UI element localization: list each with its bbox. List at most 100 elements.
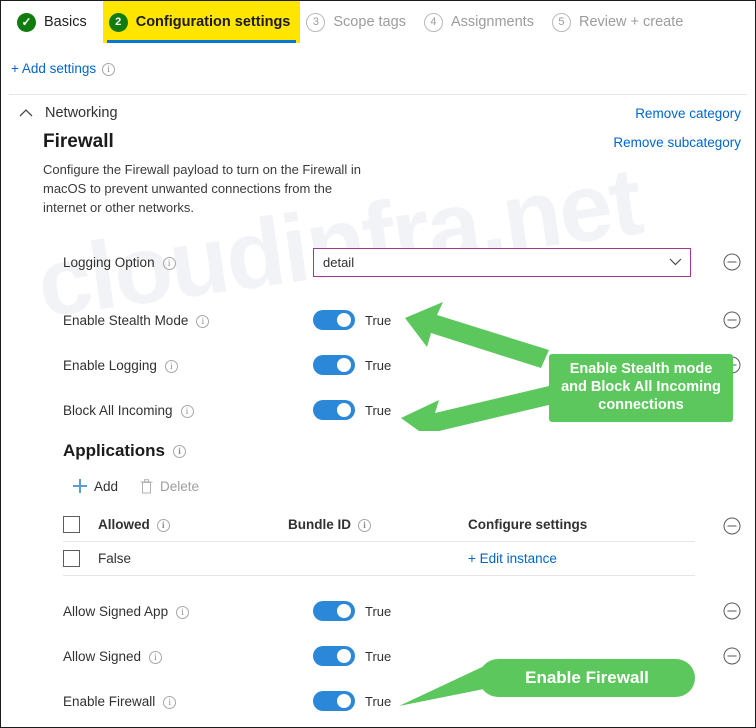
setting-row-allow-signed-app: Allow Signed App i True bbox=[1, 589, 755, 634]
enable-firewall-toggle-group: True bbox=[313, 691, 392, 712]
category-header: Networking Remove category bbox=[1, 95, 755, 121]
enable-firewall-value: True bbox=[365, 693, 392, 709]
tab-review-create[interactable]: 5 Review + create bbox=[546, 1, 695, 43]
add-application-button[interactable]: Add bbox=[73, 479, 118, 494]
remove-subcategory-button[interactable]: Remove subcategory bbox=[613, 135, 741, 150]
info-icon[interactable]: i bbox=[164, 359, 178, 373]
firewall-annotation-callout: Enable Firewall bbox=[479, 659, 695, 697]
column-allowed-label: Allowed bbox=[98, 516, 150, 532]
applications-table: Allowed i Bundle ID i Configure settings… bbox=[63, 508, 695, 576]
allow-signed-app-control: True bbox=[313, 601, 723, 622]
applications-title: Applications bbox=[63, 440, 166, 460]
stealth-annotation-callout: Enable Stealth mode and Block All Incomi… bbox=[549, 354, 733, 422]
info-icon[interactable]: i bbox=[149, 650, 163, 664]
column-bundle-id: Bundle ID i bbox=[288, 517, 468, 532]
select-all-checkbox[interactable] bbox=[63, 515, 80, 533]
block-all-incoming-label-group: Block All Incoming i bbox=[63, 403, 313, 418]
cell-allowed: False bbox=[63, 549, 288, 567]
column-bundle-id-label: Bundle ID bbox=[288, 516, 351, 532]
allow-signed-app-label: Allow Signed App bbox=[63, 603, 169, 619]
column-allowed: Allowed i bbox=[63, 515, 288, 533]
info-icon[interactable]: i bbox=[196, 314, 210, 328]
enable-logging-toggle[interactable] bbox=[313, 355, 355, 376]
edit-instance-link[interactable]: + Edit instance bbox=[468, 551, 695, 566]
table-row: False + Edit instance bbox=[63, 542, 695, 576]
enable-logging-toggle-group: True bbox=[313, 355, 392, 376]
block-all-incoming-label: Block All Incoming bbox=[63, 402, 173, 418]
delete-application-button[interactable]: Delete bbox=[140, 479, 199, 494]
logging-option-dropdown[interactable]: detail bbox=[313, 247, 691, 277]
add-settings-row: + Add settings i bbox=[1, 43, 755, 76]
row-checkbox[interactable] bbox=[63, 549, 80, 567]
enable-stealth-mode-toggle[interactable] bbox=[313, 310, 355, 331]
info-icon[interactable]: i bbox=[162, 256, 176, 270]
subcategory-title: Firewall bbox=[43, 131, 114, 152]
remove-applications-icon[interactable] bbox=[723, 517, 741, 535]
enable-firewall-label: Enable Firewall bbox=[63, 693, 156, 709]
allow-signed-label: Allow Signed bbox=[63, 648, 142, 664]
enable-stealth-mode-label-group: Enable Stealth Mode i bbox=[63, 313, 313, 328]
column-configure-settings: Configure settings bbox=[468, 516, 588, 532]
tab-basics-label: Basics bbox=[44, 14, 87, 30]
setting-row-logging-option: Logging Option i detail bbox=[1, 240, 755, 285]
step-number-3-icon: 3 bbox=[306, 12, 326, 32]
tab-assignments[interactable]: 4 Assignments bbox=[418, 1, 546, 43]
configuration-settings-page: cloudinfra.net ✓ Basics 2 Configuration … bbox=[0, 0, 756, 728]
tab-scope-tags-label: Scope tags bbox=[333, 14, 406, 30]
tab-configuration-settings-label: Configuration settings bbox=[135, 14, 291, 30]
setting-row-enable-stealth-mode: Enable Stealth Mode i True bbox=[1, 298, 755, 343]
wizard-steps: ✓ Basics 2 Configuration settings 3 Scop… bbox=[1, 1, 755, 43]
logging-option-control: detail bbox=[313, 247, 723, 277]
allow-signed-app-value: True bbox=[365, 603, 392, 619]
remove-setting-icon[interactable] bbox=[723, 602, 741, 620]
enable-stealth-mode-toggle-group: True bbox=[313, 310, 391, 331]
step-number-2-icon: 2 bbox=[108, 12, 128, 32]
applications-title-group: Applications i bbox=[1, 433, 755, 461]
table-header-row: Allowed i Bundle ID i Configure settings bbox=[63, 508, 695, 542]
subcategory-header: Firewall Remove subcategory bbox=[1, 121, 755, 153]
tab-basics[interactable]: ✓ Basics bbox=[11, 1, 99, 43]
tab-configuration-settings[interactable]: 2 Configuration settings bbox=[102, 1, 301, 43]
info-icon[interactable]: i bbox=[102, 63, 116, 76]
check-icon: ✓ bbox=[17, 12, 36, 32]
info-icon[interactable]: i bbox=[358, 518, 371, 532]
remove-category-button[interactable]: Remove category bbox=[635, 106, 741, 121]
info-icon[interactable]: i bbox=[176, 605, 190, 619]
enable-firewall-toggle[interactable] bbox=[313, 691, 355, 712]
info-icon[interactable]: i bbox=[163, 695, 177, 709]
logging-option-label: Logging Option bbox=[63, 254, 155, 270]
info-icon[interactable]: i bbox=[180, 404, 194, 418]
allow-signed-app-toggle[interactable] bbox=[313, 601, 355, 622]
tab-scope-tags[interactable]: 3 Scope tags bbox=[300, 1, 418, 43]
delete-application-label: Delete bbox=[160, 478, 200, 494]
allow-signed-app-toggle-group: True bbox=[313, 601, 392, 622]
info-icon[interactable]: i bbox=[156, 518, 170, 532]
allow-signed-label-group: Allow Signed i bbox=[63, 649, 313, 664]
allow-signed-app-label-group: Allow Signed App i bbox=[63, 604, 313, 619]
block-all-incoming-toggle-group: True bbox=[313, 400, 392, 421]
enable-logging-value: True bbox=[365, 357, 392, 373]
remove-setting-icon[interactable] bbox=[723, 253, 741, 271]
applications-toolbar: Add Delete bbox=[1, 461, 755, 494]
block-all-incoming-toggle[interactable] bbox=[313, 400, 355, 421]
step-number-5-icon: 5 bbox=[551, 12, 571, 32]
logging-option-label-group: Logging Option i bbox=[63, 255, 313, 270]
add-settings-button[interactable]: + Add settings bbox=[11, 61, 96, 76]
allow-signed-toggle[interactable] bbox=[313, 646, 355, 667]
enable-stealth-mode-label: Enable Stealth Mode bbox=[63, 312, 189, 328]
remove-setting-icon[interactable] bbox=[723, 311, 741, 329]
enable-stealth-mode-control: True bbox=[313, 310, 723, 331]
enable-logging-label: Enable Logging bbox=[63, 357, 157, 373]
allow-signed-toggle-group: True bbox=[313, 646, 392, 667]
category-name: Networking bbox=[45, 105, 118, 121]
remove-setting-icon[interactable] bbox=[723, 647, 741, 665]
block-all-incoming-value: True bbox=[365, 402, 392, 418]
info-icon[interactable]: i bbox=[173, 445, 187, 459]
chevron-up-icon[interactable] bbox=[19, 108, 33, 118]
enable-firewall-label-group: Enable Firewall i bbox=[63, 694, 313, 709]
add-application-label: Add bbox=[94, 478, 119, 494]
plus-icon bbox=[73, 479, 87, 494]
step-number-4-icon: 4 bbox=[423, 12, 443, 32]
chevron-down-icon bbox=[669, 258, 682, 266]
allow-signed-value: True bbox=[365, 648, 392, 664]
